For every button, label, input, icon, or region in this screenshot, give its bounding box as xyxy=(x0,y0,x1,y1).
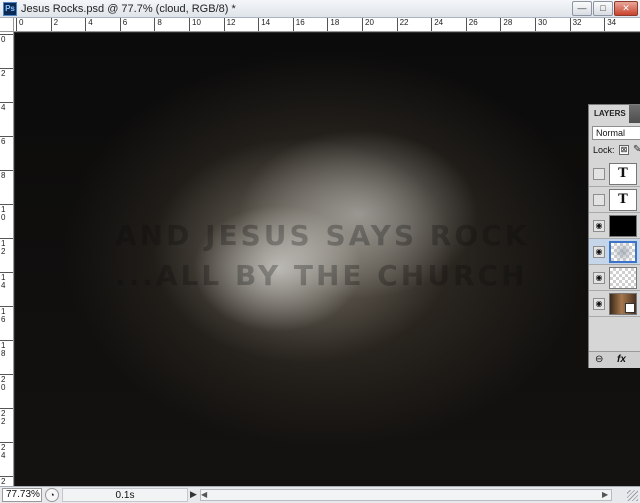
maximize-button[interactable]: □ xyxy=(593,1,613,16)
eye-icon[interactable]: ◉ xyxy=(593,246,605,258)
layer-row[interactable]: T xyxy=(589,161,640,187)
ruler-tick-h: 34 xyxy=(604,18,616,31)
title-bar: Ps Jesus Rocks.psd @ 77.7% (cloud, RGB/8… xyxy=(0,0,640,18)
ruler-tick-v: 6 xyxy=(0,136,13,170)
eye-icon[interactable]: ◉ xyxy=(593,298,605,310)
tab-layers[interactable]: LAYERS xyxy=(589,105,629,123)
layer-thumbnail[interactable]: T xyxy=(609,189,637,211)
ruler-tick-h: 32 xyxy=(569,18,582,31)
brush-icon[interactable]: ✎ xyxy=(633,144,640,155)
ruler-tick-v: 26 xyxy=(0,476,13,486)
canvas-text-line-2: ...ALL BY THE CHURCH xyxy=(115,259,528,292)
horizontal-scrollbar[interactable] xyxy=(200,489,612,501)
ruler-tick-h: 24 xyxy=(431,18,443,31)
ruler-tick-h: 10 xyxy=(189,18,201,31)
layer-row[interactable]: ◉ xyxy=(589,213,640,239)
resize-grip[interactable] xyxy=(627,490,638,501)
eye-icon[interactable] xyxy=(593,168,605,180)
ruler-tick-v: 18 xyxy=(0,340,13,374)
document-canvas[interactable]: AND JESUS SAYS ROCK ...ALL BY THE CHURCH xyxy=(15,33,640,486)
close-button[interactable]: ✕ xyxy=(614,1,638,16)
blend-mode-select[interactable]: Normal xyxy=(592,126,640,140)
scroll-right-icon[interactable]: ▶ xyxy=(602,490,608,499)
layer-thumbnail[interactable] xyxy=(609,267,637,289)
layer-list: T T ◉ ◉ ◉ ◉ xyxy=(589,161,640,317)
ruler-tick-h: 8 xyxy=(154,18,162,31)
layer-row[interactable]: ◉ xyxy=(589,265,640,291)
ruler-tick-v: 8 xyxy=(0,170,13,204)
ruler-tick-h: 20 xyxy=(362,18,374,31)
ruler-tick-h: 18 xyxy=(327,18,339,31)
ruler-tick-h: 22 xyxy=(396,18,409,31)
ruler-tick-h: 0 xyxy=(16,18,23,31)
ruler-tick-v: 16 xyxy=(0,306,13,340)
layers-panel: LAYERS Normal Lock: ⊠ ✎ TT ◉ ◉ ◉ ◉ ⊖ fx xyxy=(588,104,640,368)
minimize-button[interactable]: — xyxy=(572,1,592,16)
ruler-tick-v: 2 xyxy=(0,68,13,102)
layer-thumbnail[interactable] xyxy=(609,241,637,263)
status-bar: 77.73% ◔ 0.1s ▶ ◀ ▶ xyxy=(0,486,640,503)
eye-icon[interactable]: ◉ xyxy=(593,272,605,284)
ruler-tick-v: 0 xyxy=(0,34,13,68)
layer-row[interactable]: ◉ xyxy=(589,291,640,317)
canvas-text-line-1: AND JESUS SAYS ROCK xyxy=(115,219,530,252)
photoshop-icon: Ps xyxy=(3,2,17,16)
layer-row[interactable]: ◉ xyxy=(589,239,640,265)
scroll-left-icon[interactable]: ◀ xyxy=(201,490,207,499)
ruler-tick-h: 14 xyxy=(258,18,270,31)
layer-row[interactable]: T xyxy=(589,187,640,213)
ruler-tick-h: 28 xyxy=(500,18,512,31)
zoom-input[interactable]: 77.73% xyxy=(2,488,42,502)
layers-panel-tabbar: LAYERS xyxy=(589,105,640,123)
layers-panel-footer: ⊖ fx xyxy=(589,351,640,368)
window-controls: — □ ✕ xyxy=(572,1,638,16)
layer-thumbnail[interactable] xyxy=(609,293,637,315)
layer-thumbnail[interactable] xyxy=(609,215,637,237)
horizontal-ruler[interactable]: 0 2 4 6 8 10 12 14 16 18 20 22 24 26 28 30 32 34 xyxy=(14,18,640,32)
ruler-tick-h: 12 xyxy=(223,18,236,31)
document-title: Jesus Rocks.psd @ 77.7% (cloud, RGB/8) * xyxy=(21,3,236,15)
status-info-text: 0.1s xyxy=(62,488,188,502)
ruler-tick-h: 2 xyxy=(50,18,58,31)
status-info-icon[interactable]: ◔ xyxy=(45,488,59,502)
eye-icon[interactable]: ◉ xyxy=(593,220,605,232)
ruler-tick-v: 14 xyxy=(0,272,13,306)
lock-label: Lock: xyxy=(593,145,615,155)
link-icon[interactable]: ⊖ xyxy=(595,354,603,365)
ruler-tick-v: 12 xyxy=(0,238,13,272)
ruler-tick-v: 24 xyxy=(0,442,13,476)
ruler-tick-v: 22 xyxy=(0,408,13,442)
ruler-tick-v: 20 xyxy=(0,374,13,408)
ruler-tick-v: 4 xyxy=(0,102,13,136)
ruler-tick-h: 26 xyxy=(465,18,478,31)
layer-thumbnail[interactable]: T xyxy=(609,163,637,185)
ruler-tick-h: 6 xyxy=(119,18,127,31)
lock-transparent-icon[interactable]: ⊠ xyxy=(619,145,629,155)
ruler-tick-h: 16 xyxy=(292,18,305,31)
fx-icon[interactable]: fx xyxy=(617,354,626,365)
status-menu-arrow-icon[interactable]: ▶ xyxy=(190,489,197,500)
ruler-tick-v: 10 xyxy=(0,204,13,238)
vertical-ruler[interactable]: 02468101214161820222426 xyxy=(0,32,14,486)
ruler-tick-h: 4 xyxy=(85,18,93,31)
ruler-tick-h: 30 xyxy=(535,18,547,31)
eye-icon[interactable] xyxy=(593,194,605,206)
ruler-origin[interactable] xyxy=(0,18,14,32)
